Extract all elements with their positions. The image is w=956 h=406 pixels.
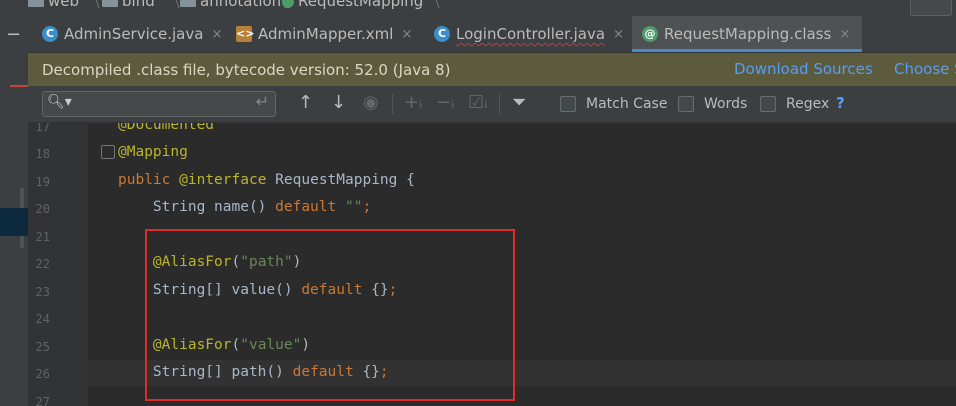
tab-requestmapping[interactable]: @ RequestMapping.class ×: [632, 16, 863, 52]
tab-logincontroller[interactable]: C LoginController.java ×: [434, 16, 624, 52]
checkbox-box[interactable]: [678, 96, 694, 112]
line-number: 25: [35, 340, 50, 354]
annotation-icon: @: [642, 26, 658, 42]
toolbar-right: [906, 0, 956, 16]
breadcrumb-separator: [421, 0, 440, 8]
xml-icon: <>: [236, 26, 255, 42]
close-icon[interactable]: ×: [211, 27, 222, 42]
close-icon[interactable]: ×: [613, 27, 624, 42]
line-number: 17: [35, 123, 50, 134]
class-icon: C: [434, 26, 450, 42]
regex-checkbox[interactable]: Regex: [760, 96, 829, 112]
filter-icon[interactable]: ⏷: [512, 92, 526, 114]
folder-icon: [180, 0, 196, 7]
class-icon: C: [42, 26, 58, 42]
breadcrumb-item-annotation[interactable]: annotation: [180, 0, 281, 10]
choose-sources-link[interactable]: Choose S: [894, 60, 956, 78]
folder-icon: [102, 0, 118, 7]
line-number: 27: [35, 395, 50, 406]
regex-help-link[interactable]: ?: [836, 94, 845, 112]
line-number: 24: [35, 312, 50, 326]
collapse-icon[interactable]: −: [6, 26, 21, 44]
remove-occurrence-icon[interactable]: −ᵢ: [436, 92, 454, 114]
close-icon[interactable]: ×: [401, 27, 412, 42]
line-number: 21: [35, 230, 50, 244]
checkbox-box[interactable]: [560, 96, 576, 112]
words-checkbox[interactable]: Words: [678, 96, 747, 112]
error-marker: [10, 85, 28, 87]
banner-message: Decompiled .class file, bytecode version…: [42, 60, 451, 79]
code-line: @Mapping: [118, 144, 188, 160]
tab-adminmapper[interactable]: <> AdminMapper.xml ×: [236, 16, 412, 52]
line-number: 19: [35, 175, 50, 189]
next-occurrence-icon[interactable]: ↓: [331, 92, 346, 114]
checkbox-box[interactable]: [760, 96, 776, 112]
select-all-occurrences-icon[interactable]: ☑ᵢ: [468, 92, 487, 114]
find-all-icon[interactable]: ◉: [363, 92, 379, 114]
code-line: @Documented: [118, 123, 215, 133]
search-history-icon[interactable]: 🔍︎▾: [47, 94, 72, 110]
run-config-button[interactable]: [910, 0, 952, 16]
editor-tabs: C AdminService.java × <> AdminMapper.xml…: [28, 16, 956, 53]
tab-adminservice[interactable]: C AdminService.java ×: [42, 16, 222, 52]
line-number: 26: [35, 367, 50, 381]
toolbar-separator: [392, 94, 393, 114]
find-toolbar: 🔍︎▾ ↵ ↑ ↓ ◉ +ᵢ −ᵢ ☑ᵢ ⏷ Match Case Words …: [28, 86, 956, 123]
breadcrumb-item-bind[interactable]: bind: [102, 0, 155, 10]
code-line: String name() default "";: [118, 199, 372, 215]
match-case-checkbox[interactable]: Match Case: [560, 96, 667, 112]
toolbar-separator: [499, 94, 500, 114]
code-editor[interactable]: 17 18 19 20 21 22 23 24 25 26 27 @Docume…: [28, 123, 956, 406]
search-input[interactable]: [71, 94, 245, 114]
line-number: 22: [35, 257, 50, 271]
line-number: 18: [35, 147, 50, 161]
search-field: 🔍︎▾ ↵: [42, 91, 276, 117]
line-number: 23: [35, 285, 50, 299]
code-line: public @interface RequestMapping {: [118, 172, 415, 188]
new-line-icon[interactable]: ↵: [256, 92, 269, 111]
breadcrumb-separator: [161, 0, 180, 8]
line-number-gutter: 17 18 19 20 21 22 23 24 25 26 27: [28, 123, 115, 406]
add-occurrence-icon[interactable]: +ᵢ: [404, 92, 422, 114]
active-tab-indicator: [632, 49, 863, 52]
breadcrumb: web bind annotation RequestMapping: [28, 0, 956, 16]
close-icon[interactable]: ×: [839, 27, 850, 42]
red-highlight-box: [145, 229, 515, 401]
breadcrumb-item-requestmapping[interactable]: RequestMapping: [282, 0, 423, 10]
fold-marker-icon[interactable]: [101, 145, 115, 159]
download-sources-link[interactable]: Download Sources: [734, 60, 873, 78]
line-number: 20: [35, 202, 50, 216]
breadcrumb-item-web[interactable]: web: [28, 0, 79, 10]
selected-tree-item[interactable]: [0, 208, 28, 236]
folder-icon: [28, 0, 44, 7]
project-tool-strip: −: [0, 0, 28, 406]
annotation-icon: [282, 0, 294, 8]
decompiled-banner: Decompiled .class file, bytecode version…: [28, 53, 956, 86]
previous-occurrence-icon[interactable]: ↑: [298, 92, 313, 114]
breadcrumb-separator: [81, 0, 100, 8]
